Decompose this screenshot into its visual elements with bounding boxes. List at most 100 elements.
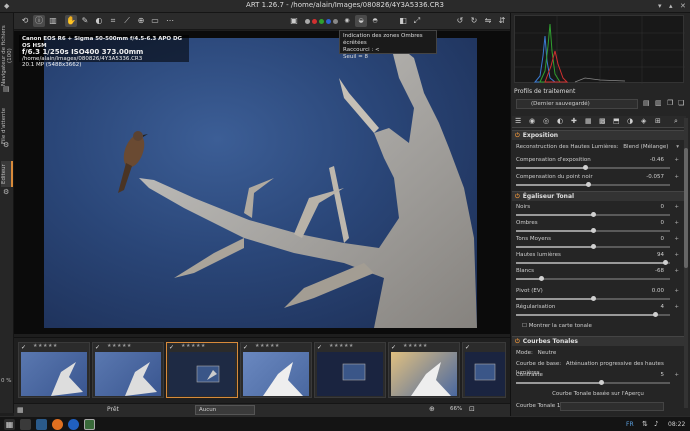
tab-color-manage-icon[interactable]: ◑ (627, 117, 633, 125)
film-thumb[interactable]: ✓ ★★★★★ (18, 342, 90, 398)
check-icon[interactable]: ✓ (243, 344, 248, 351)
channel-luma-dot[interactable] (333, 19, 338, 24)
highlight-clip-icon[interactable]: ◓ (369, 15, 381, 27)
section-tone-eq-header[interactable]: ⏻ Égaliseur Tonal (512, 191, 686, 201)
history-icon[interactable]: ⟲ (19, 15, 31, 27)
row-value[interactable]: 0 (661, 219, 665, 228)
row-value[interactable]: 0 (661, 203, 665, 212)
film-thumb[interactable]: ✓ (462, 342, 506, 398)
check-icon[interactable]: ✓ (317, 344, 322, 351)
slider-knob[interactable] (591, 212, 596, 217)
check-icon[interactable]: ✓ (169, 344, 174, 351)
channel-blue-dot[interactable] (326, 19, 331, 24)
tab-file-browser[interactable]: Navigateur de fichiers (100) (1, 21, 13, 91)
info-icon[interactable]: ⓘ (33, 15, 45, 27)
row-value[interactable]: 0.00 (652, 287, 664, 296)
curve-base-row[interactable]: Courbe de base: Atténuation progressive … (516, 360, 680, 376)
profile-select[interactable]: (Dernier sauvegardé) (516, 99, 638, 109)
slider-knob[interactable] (599, 380, 604, 385)
row-value[interactable]: 4 (661, 303, 665, 312)
zoom-fit-icon[interactable]: ⊡ (469, 405, 475, 413)
firefox-icon[interactable] (52, 419, 63, 430)
right-panel-scrollbar[interactable] (684, 118, 688, 408)
plus-icon[interactable]: + (674, 173, 679, 182)
fullscreen-icon[interactable]: ⤢ (411, 15, 423, 27)
chevron-down-icon[interactable]: ▾ (676, 143, 679, 152)
folder-icon[interactable]: ▤ (643, 99, 650, 107)
tab-detail-icon[interactable]: ◎ (543, 117, 549, 125)
tab-batch-icon[interactable]: ⊞ (655, 117, 661, 125)
tone-eq-slider[interactable] (516, 312, 670, 317)
exposure-comp-slider[interactable] (516, 165, 670, 170)
check-icon[interactable]: ✓ (465, 344, 470, 351)
rating-stars[interactable]: ★★★★★ (181, 343, 206, 349)
rating-stars[interactable]: ★★★★★ (329, 343, 354, 349)
slider-knob[interactable] (591, 228, 596, 233)
row-value[interactable]: 94 (657, 251, 664, 260)
flip-h-icon[interactable]: ⇋ (482, 15, 494, 27)
files-icon[interactable] (20, 419, 31, 430)
color-picker-icon[interactable]: ✎ (79, 15, 91, 27)
rank-select[interactable]: Aucun (195, 405, 255, 415)
film-thumb[interactable]: ✓ ★★★★★ (388, 342, 460, 398)
tone-eq-slider[interactable] (516, 296, 670, 301)
crop-icon[interactable]: ⌗ (107, 15, 119, 27)
tab-misc-icon[interactable]: ◈ (641, 117, 646, 125)
slider-knob[interactable] (539, 276, 544, 281)
gear-icon[interactable]: ⚙ (3, 188, 9, 196)
tone-eq-slider[interactable] (516, 228, 670, 233)
flip-v-icon[interactable]: ⇵ (496, 15, 508, 27)
volume-icon[interactable]: ♪ (654, 420, 658, 428)
rating-stars[interactable]: ★★★★★ (107, 343, 132, 349)
network-icon[interactable]: ⇅ (642, 420, 648, 428)
film-thumb[interactable]: ✓ ★★★★★ (92, 342, 164, 398)
shadow-clip-icon[interactable]: ◒ (355, 15, 367, 27)
white-balance-icon[interactable]: ◐ (93, 15, 105, 27)
black-point-slider[interactable] (516, 182, 670, 187)
mask-icon[interactable]: ▭ (149, 15, 161, 27)
check-icon[interactable]: ✓ (95, 344, 100, 351)
folder-icon[interactable]: ▦ (17, 406, 24, 414)
channel-all-dot[interactable] (305, 19, 310, 24)
curve1-select[interactable] (560, 402, 664, 411)
tab-exposure-icon[interactable]: ◉ (529, 117, 535, 125)
preview-icon[interactable]: ◧ (397, 15, 409, 27)
plus-icon[interactable]: + (674, 287, 679, 296)
curve1-row[interactable]: Courbe Tonale 1: (516, 402, 680, 411)
app-menu-icon[interactable]: ▦ (4, 419, 15, 430)
paste-icon[interactable]: ❏ (678, 99, 684, 107)
hand-tool-icon[interactable]: ✋ (65, 15, 77, 27)
main-photo[interactable] (44, 38, 477, 328)
film-thumb[interactable]: ✓ ★★★★★ (314, 342, 386, 398)
rating-stars[interactable]: ★★★★★ (255, 343, 280, 349)
copy-icon[interactable]: ❐ (667, 99, 673, 107)
tab-favorites-icon[interactable]: ☰ (515, 117, 521, 125)
folder-icon[interactable]: ▤ (3, 85, 10, 93)
focus-mask-icon[interactable]: ◉ (341, 15, 353, 27)
film-thumb[interactable]: ✓ ★★★★★ (240, 342, 312, 398)
curve-mode-row[interactable]: Mode: Neutre (516, 349, 680, 358)
keyboard-lang[interactable]: FR (626, 421, 634, 428)
channel-green-dot[interactable] (319, 19, 324, 24)
terminal-icon[interactable] (36, 419, 47, 430)
art-app-icon[interactable] (84, 419, 95, 430)
row-value[interactable]: -0.057 (646, 173, 664, 182)
row-value[interactable]: 5 (661, 371, 665, 380)
power-icon[interactable]: ⏻ (515, 132, 520, 139)
plus-icon[interactable]: + (674, 303, 679, 312)
plus-icon[interactable]: + (674, 156, 679, 165)
tone-eq-slider[interactable] (516, 260, 670, 265)
tone-eq-slider[interactable] (516, 212, 670, 217)
grid-icon[interactable]: ⋯ (164, 15, 176, 27)
before-after-icon[interactable]: ▣ (288, 15, 300, 27)
close-icon[interactable]: ✕ (680, 2, 686, 10)
slider-knob[interactable] (653, 312, 658, 317)
plus-icon[interactable]: + (674, 267, 679, 276)
row-value[interactable]: -0.46 (650, 156, 664, 165)
thunderbird-icon[interactable] (68, 419, 79, 430)
spot-icon[interactable]: ⊕ (135, 15, 147, 27)
tab-color-icon[interactable]: ◐ (557, 117, 563, 125)
power-icon[interactable]: ⏻ (515, 193, 520, 200)
zoom-in-icon[interactable]: ⊕ (429, 405, 435, 413)
highlight-recon-row[interactable]: Reconstruction des Hautes Lumières: Blen… (516, 143, 680, 152)
